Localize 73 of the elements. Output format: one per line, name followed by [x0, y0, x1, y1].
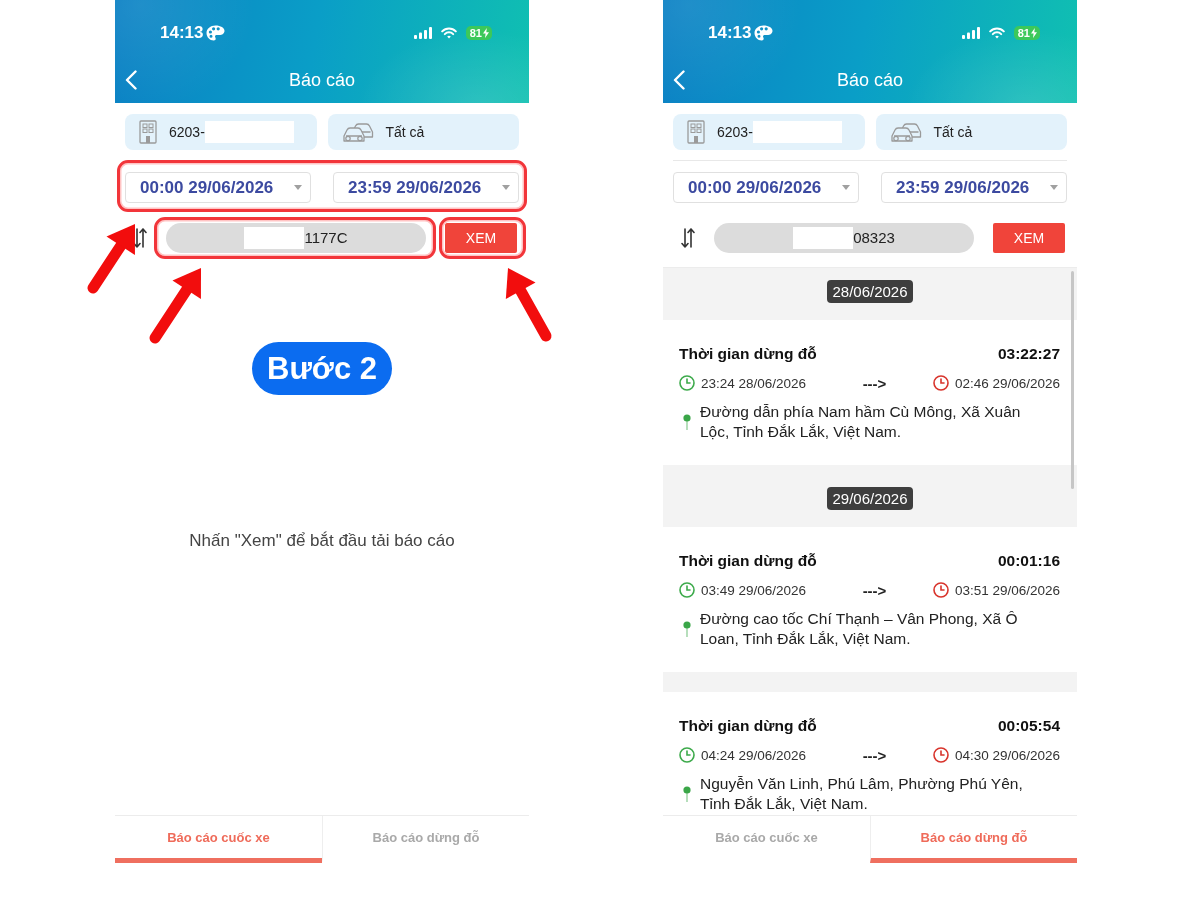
- stop-duration: 03:22:27: [997, 344, 1060, 364]
- vehicle-select[interactable]: Tất cả: [875, 114, 1067, 150]
- clock-icon: [679, 747, 695, 763]
- building-icon: [687, 120, 705, 144]
- stop-address: Đường cao tốc Chí Thạnh – Vân Phong, Xã Ô Loan, Tỉnh Đắk Lắk, Việt Nam.: [700, 609, 1019, 649]
- palette-icon: [206, 25, 226, 41]
- location-pin-icon: [683, 786, 691, 802]
- stop-address: Nguyễn Văn Linh, Phú Lâm, Phường Phú Yên, Tỉnh Đắk Lắk, Việt Nam.: [700, 774, 1024, 814]
- annotation-arrow: [87, 224, 135, 294]
- date-picker[interactable]: 23:59 29/06/2026: [333, 172, 519, 203]
- plate-field[interactable]: 08323: [714, 222, 974, 253]
- vehicle-select[interactable]: Tất cả: [327, 114, 519, 150]
- stop-address: Đường dẫn phía Nam hầm Cù Mông, Xã Xuân Lộc, Tỉnh Đắk Lắk, Việt Nam.: [700, 402, 1022, 442]
- plate-field[interactable]: 1177C: [166, 222, 426, 253]
- stop-card[interactable]: Thời gian dừng đỗ 00:05:54 04:24 29/06/2026 ---> 04:30 29/06/2026 Nguyễn Văn Linh, Phú Lâm, Phường Phú Yên, Tỉnh Đắk Lắk, Việt Nam.: [663, 692, 1077, 815]
- swap-icon[interactable]: [133, 226, 147, 249]
- company-select[interactable]: 6203-: [673, 114, 865, 150]
- screen-title: Báo cáo: [835, 69, 905, 91]
- view-button[interactable]: XEM: [445, 222, 517, 253]
- arrow-text: --->: [862, 746, 887, 764]
- caret-down-icon: [1050, 185, 1058, 190]
- step-badge: Bước 2: [252, 342, 392, 395]
- location-pin-icon: [683, 621, 691, 637]
- stop-duration: 00:01:16: [997, 551, 1060, 571]
- start-time: 04:24 29/06/2026: [701, 747, 807, 763]
- stop-title: Thời gian dừng đỗ: [679, 716, 817, 736]
- stop-card[interactable]: Thời gian dừng đỗ 00:01:16 03:49 29/06/2026 ---> 03:51 29/06/2026 Đường cao tốc Chí Thạnh – Vân Phong, Xã Ô Loan, Tỉnh Đắk Lắk, Việt Nam.: [663, 527, 1077, 672]
- wifi-icon: [988, 27, 1005, 39]
- palette-icon: [754, 25, 774, 41]
- clock-icon: [679, 375, 695, 391]
- date-picker[interactable]: 00:00 29/06/2026: [673, 172, 859, 203]
- battery-percent: 81: [1017, 26, 1030, 40]
- swap-icon[interactable]: [681, 226, 695, 249]
- end-time: 02:46 29/06/2026: [954, 375, 1060, 391]
- status-time: 14:13: [160, 23, 204, 43]
- clock-icon: [932, 375, 949, 391]
- empty-message: Nhấn "Xem" để bắt đầu tải báo cáo: [189, 531, 455, 551]
- caret-down-icon: [842, 185, 850, 190]
- date-picker[interactable]: 00:00 29/06/2026: [125, 172, 311, 203]
- signal-icon: [961, 27, 980, 39]
- battery-percent: 81: [469, 26, 482, 40]
- date-chip: 29/06/2026: [827, 487, 913, 510]
- clock-icon: [932, 747, 949, 763]
- start-time: 03:49 29/06/2026: [701, 582, 807, 598]
- building-icon: [139, 120, 157, 144]
- clock-icon: [932, 582, 949, 598]
- location-pin-icon: [683, 414, 691, 430]
- status-time: 14:13: [708, 23, 752, 43]
- stop-title: Thời gian dừng đỗ: [679, 344, 817, 364]
- back-icon[interactable]: [673, 70, 685, 90]
- charging-bolt-icon: [1031, 28, 1037, 38]
- clock-icon: [679, 582, 695, 598]
- view-button[interactable]: XEM: [993, 222, 1065, 253]
- arrow-text: --->: [862, 581, 887, 599]
- caret-down-icon: [502, 185, 510, 190]
- charging-bolt-icon: [483, 28, 489, 38]
- caret-down-icon: [294, 185, 302, 190]
- arrow-text: --->: [862, 374, 887, 392]
- end-time: 03:51 29/06/2026: [954, 582, 1060, 598]
- wifi-icon: [440, 27, 457, 39]
- end-time: 04:30 29/06/2026: [954, 747, 1060, 763]
- cars-icon: [341, 120, 374, 144]
- signal-icon: [413, 27, 432, 39]
- stop-card[interactable]: Thời gian dừng đỗ 03:22:27 23:24 28/06/2026 ---> 02:46 29/06/2026 Đường dẫn phía Nam hầm Cù Mông, Xã Xuân Lộc, Tỉnh Đắk Lắk, Việt Nam.: [663, 320, 1077, 465]
- date-chip: 28/06/2026: [827, 280, 913, 303]
- stop-duration: 00:05:54: [997, 716, 1060, 736]
- cars-icon: [889, 120, 922, 144]
- date-picker[interactable]: 23:59 29/06/2026: [881, 172, 1067, 203]
- screen-title: Báo cáo: [287, 69, 357, 91]
- back-icon[interactable]: [125, 70, 137, 90]
- start-time: 23:24 28/06/2026: [701, 375, 807, 391]
- stop-title: Thời gian dừng đỗ: [679, 551, 817, 571]
- company-select[interactable]: 6203-: [125, 114, 317, 150]
